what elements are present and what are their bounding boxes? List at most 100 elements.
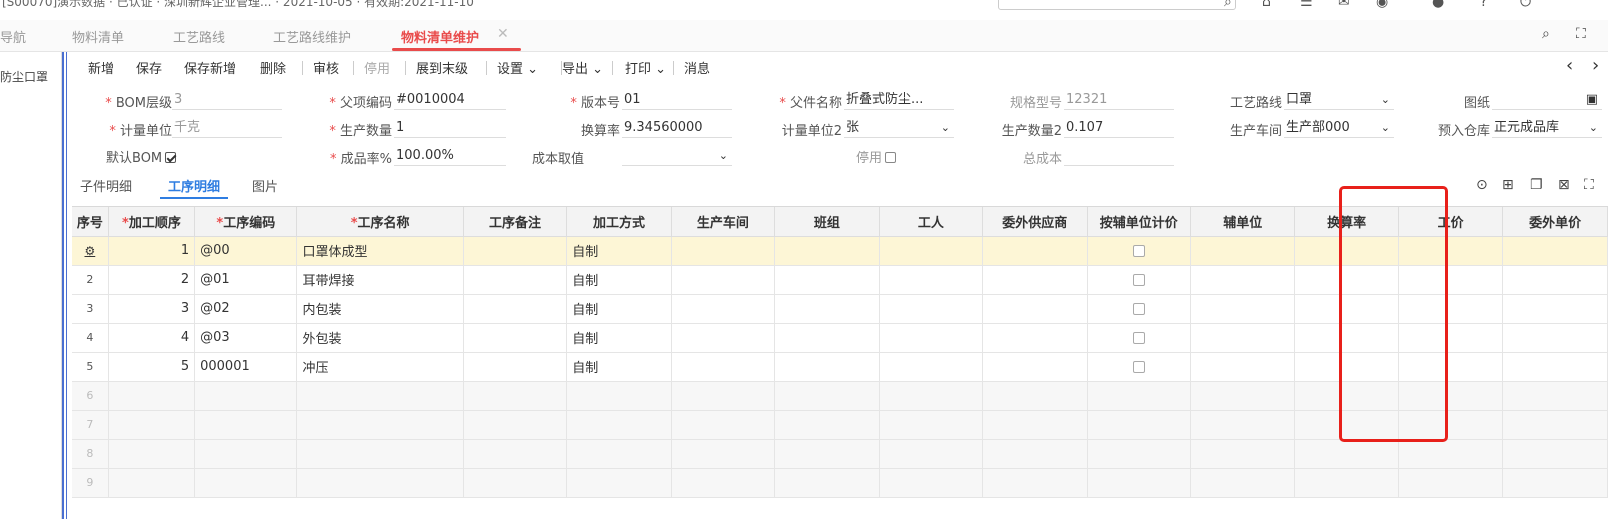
cell-team[interactable] xyxy=(774,236,880,266)
cell-worker[interactable] xyxy=(879,323,984,353)
yield-field[interactable]: 100.00% xyxy=(394,146,506,166)
cell-code[interactable]: @00 xyxy=(194,236,298,266)
col-header-team[interactable]: 班组 xyxy=(774,207,880,237)
cell-method[interactable]: 自制 xyxy=(566,294,672,324)
cell-workshop[interactable] xyxy=(671,236,776,266)
tab-process-route-maintenance[interactable]: 工艺路线维护 xyxy=(273,27,351,46)
close-tab-icon[interactable]: ✕ xyxy=(497,26,509,42)
tab-images[interactable]: 图片 xyxy=(252,176,278,195)
cell-code[interactable]: @03 xyxy=(194,323,298,353)
table-row[interactable]: ⚙ 1 @00 口罩体成型 自制 xyxy=(72,236,1608,266)
qty-field[interactable]: 1 xyxy=(394,118,506,138)
cell-supplier[interactable] xyxy=(982,294,1088,324)
cell-order[interactable]: 2 xyxy=(108,265,196,295)
cell-workshop[interactable] xyxy=(671,294,776,324)
cell-worker[interactable] xyxy=(879,352,984,382)
search-icon[interactable]: ⌕ xyxy=(1224,0,1232,10)
col-header-method[interactable]: 加工方式 xyxy=(566,207,672,237)
cell-rate[interactable] xyxy=(1294,323,1399,353)
cell-rate[interactable] xyxy=(1294,236,1399,266)
col-header-order[interactable]: *加工顺序 xyxy=(108,207,196,237)
cell-name[interactable]: 口罩体成型 xyxy=(296,236,464,266)
cell-order[interactable]: 4 xyxy=(108,323,196,353)
aux-pricing-checkbox[interactable] xyxy=(1132,244,1145,257)
previous-record-icon[interactable]: ‹ xyxy=(1566,55,1573,76)
cell-outsource-price[interactable] xyxy=(1502,352,1608,382)
aux-pricing-checkbox[interactable] xyxy=(1132,273,1145,286)
col-header-remark[interactable]: 工序备注 xyxy=(463,207,568,237)
cell-workshop[interactable] xyxy=(671,352,776,382)
rate-field[interactable]: 9.34560000 xyxy=(622,118,732,138)
cell-name[interactable]: 外包装 xyxy=(296,323,464,353)
cell-supplier[interactable] xyxy=(982,236,1088,266)
cell-remark[interactable] xyxy=(463,294,568,324)
cell-method[interactable]: 自制 xyxy=(566,236,672,266)
cell-method[interactable]: 自制 xyxy=(566,265,672,295)
search-icon[interactable]: ⌕ xyxy=(1542,26,1550,42)
expand-to-last-button[interactable]: 展到末级 xyxy=(416,58,468,77)
col-header-aux-pricing[interactable]: 按辅单位计价 xyxy=(1087,207,1191,237)
cell-worker[interactable] xyxy=(879,265,984,295)
save-button[interactable]: 保存 xyxy=(136,58,162,77)
power-icon[interactable]: ⏻ xyxy=(1520,0,1531,10)
cell-aux-unit[interactable] xyxy=(1190,352,1296,382)
tab-process-detail[interactable]: 工序明细 xyxy=(168,176,220,195)
locate-icon[interactable]: ⊙ xyxy=(1476,177,1488,193)
col-header-code[interactable]: *工序编码 xyxy=(194,207,298,237)
splitter-handle[interactable] xyxy=(62,52,64,519)
spec-field[interactable]: 12321 xyxy=(1064,90,1174,110)
col-header-workshop[interactable]: 生产车间 xyxy=(671,207,776,237)
cell-aux-unit[interactable] xyxy=(1190,294,1296,324)
cell-labor-price[interactable] xyxy=(1398,323,1504,353)
cell-worker[interactable] xyxy=(879,236,984,266)
cell-outsource-price[interactable] xyxy=(1502,265,1608,295)
cell-rate[interactable] xyxy=(1294,294,1399,324)
cell-rate[interactable] xyxy=(1294,352,1399,382)
cell-workshop[interactable] xyxy=(671,323,776,353)
cell-outsource-price[interactable] xyxy=(1502,294,1608,324)
tab-bom-list[interactable]: 物料清单 xyxy=(72,27,124,46)
parent-code-field[interactable]: #0010004 xyxy=(394,90,506,110)
cell-order[interactable]: 5 xyxy=(108,352,196,382)
col-header-rate[interactable]: 换算率 xyxy=(1294,207,1399,237)
cell-team[interactable] xyxy=(774,323,880,353)
cell-team[interactable] xyxy=(774,265,880,295)
cell-team[interactable] xyxy=(774,352,880,382)
message-icon[interactable]: ✉ xyxy=(1338,0,1350,10)
cell-labor-price[interactable] xyxy=(1398,352,1504,382)
home-icon[interactable]: ⌂ xyxy=(1262,0,1271,10)
delete-button[interactable]: 删除 xyxy=(260,58,286,77)
cell-worker[interactable] xyxy=(879,294,984,324)
cell-aux-unit[interactable] xyxy=(1190,265,1296,295)
cell-outsource-price[interactable] xyxy=(1502,323,1608,353)
col-header-supplier[interactable]: 委外供应商 xyxy=(982,207,1088,237)
global-search-input[interactable] xyxy=(998,0,1236,10)
add-row-icon[interactable]: ⊞ xyxy=(1502,177,1514,193)
cell-labor-price[interactable] xyxy=(1398,236,1504,266)
cell-name[interactable]: 耳带焊接 xyxy=(296,265,464,295)
cell-method[interactable]: 自制 xyxy=(566,323,672,353)
cell-supplier[interactable] xyxy=(982,323,1088,353)
default-bom-checkbox[interactable] xyxy=(165,152,177,163)
cell-labor-price[interactable] xyxy=(1398,265,1504,295)
empty-table-row[interactable]: 8 xyxy=(72,439,1608,469)
col-header-worker[interactable]: 工人 xyxy=(879,207,984,237)
table-row[interactable]: 2 2 @01 耳带焊接 自制 xyxy=(72,265,1608,295)
cell-method[interactable]: 自制 xyxy=(566,352,672,382)
new-button[interactable]: 新增 xyxy=(88,58,114,77)
empty-table-row[interactable]: 6 xyxy=(72,381,1608,411)
unit2-select[interactable]: 张 ⌄ xyxy=(844,118,954,138)
cell-supplier[interactable] xyxy=(982,265,1088,295)
empty-table-row[interactable]: 9 xyxy=(72,468,1608,498)
version-field[interactable]: 01 xyxy=(622,90,732,110)
message-button[interactable]: 消息 xyxy=(684,58,710,77)
col-header-labor-price[interactable]: 工价 xyxy=(1398,207,1504,237)
cell-order[interactable]: 3 xyxy=(108,294,196,324)
table-row[interactable]: 3 3 @02 内包装 自制 xyxy=(72,294,1608,324)
col-header-aux-unit[interactable]: 辅单位 xyxy=(1190,207,1296,237)
col-header-outsource-price[interactable]: 委外单价 xyxy=(1502,207,1608,237)
tab-navigation[interactable]: 导航 xyxy=(0,27,26,46)
tab-bom-maintenance[interactable]: 物料清单维护 xyxy=(401,27,479,46)
cell-code[interactable]: @01 xyxy=(194,265,298,295)
approve-button[interactable]: 审核 xyxy=(313,58,339,77)
